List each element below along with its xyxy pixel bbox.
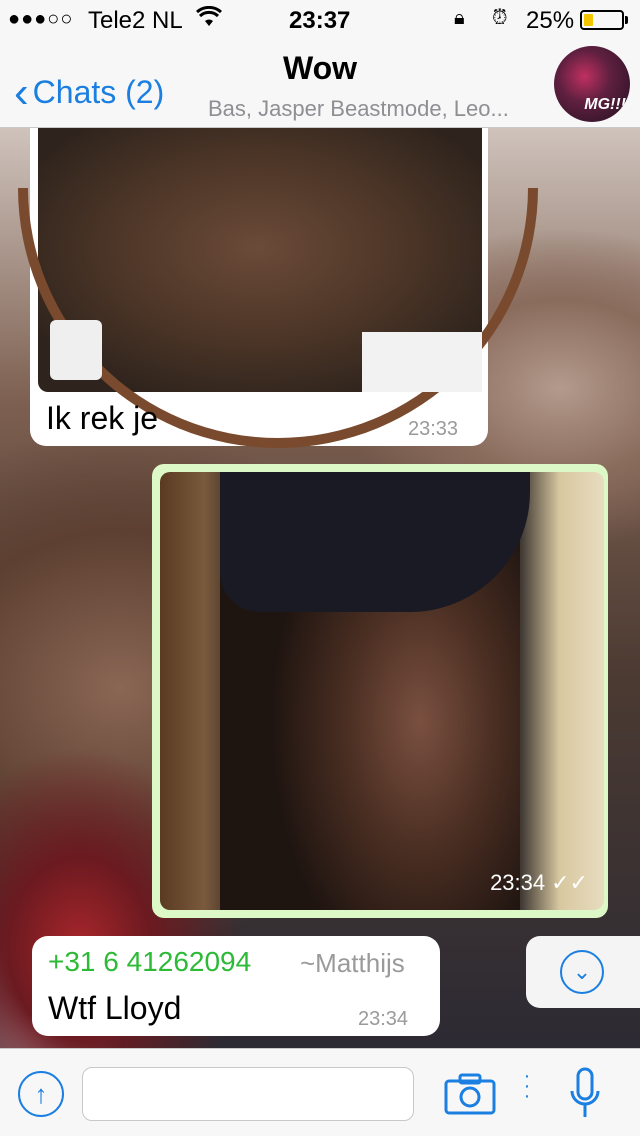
message-time: 23:33: [408, 418, 459, 440]
status-bar: ●●●○○ Tele2 NL 23:37 🔒︎ ⏰︎ 25%: [0, 0, 640, 40]
wifi-icon: [196, 5, 222, 34]
camera-icon: [444, 1073, 496, 1115]
attach-button[interactable]: ↑: [18, 1071, 64, 1117]
message-time: 23:34: [490, 870, 546, 895]
clock: 23:37: [289, 7, 351, 34]
message-input-bar: ↑ · · ·: [0, 1048, 640, 1136]
microphone-icon: [570, 1067, 600, 1117]
signal-strength-icon: ●●●○○: [8, 8, 74, 30]
message-input[interactable]: [82, 1067, 414, 1121]
battery-icon: [580, 10, 628, 30]
arrow-up-icon: ↑: [34, 1079, 48, 1109]
more-dots-icon: · · ·: [523, 1065, 531, 1107]
group-avatar[interactable]: MG!!!: [554, 46, 630, 122]
chevron-down-icon: ⌄: [560, 950, 604, 994]
camera-button[interactable]: [444, 1073, 496, 1115]
avatar-text: MG!!!: [584, 96, 626, 113]
microphone-button[interactable]: [568, 1067, 602, 1123]
message-photo[interactable]: 23:34 ✓✓: [160, 472, 604, 910]
sender-name: ~Matthijs: [300, 948, 405, 978]
message-text: Wtf Lloyd: [48, 990, 182, 1026]
photo-timestamp: 23:34 ✓✓: [490, 870, 588, 896]
group-title[interactable]: Wow: [0, 50, 640, 87]
group-participants[interactable]: Bas, Jasper Beastmode, Leo...: [208, 96, 548, 122]
rotation-lock-icon: 🔒︎: [454, 7, 465, 29]
message-time: 23:34: [358, 1008, 409, 1030]
photo-caption: Ik rek je: [46, 400, 159, 436]
carrier-name: Tele2 NL: [88, 7, 183, 34]
sender-phone-number[interactable]: +31 6 41262094: [48, 946, 251, 978]
battery-percentage: 25%: [526, 7, 575, 34]
scroll-to-bottom-button[interactable]: ⌄: [526, 936, 640, 1008]
message-photo[interactable]: [18, 128, 538, 448]
read-receipt-icon: ✓✓: [551, 870, 588, 895]
chat-header: ‹ Chats (2) Wow Bas, Jasper Beastmode, Le…: [0, 40, 640, 128]
alarm-icon: ⏰︎: [492, 7, 508, 29]
